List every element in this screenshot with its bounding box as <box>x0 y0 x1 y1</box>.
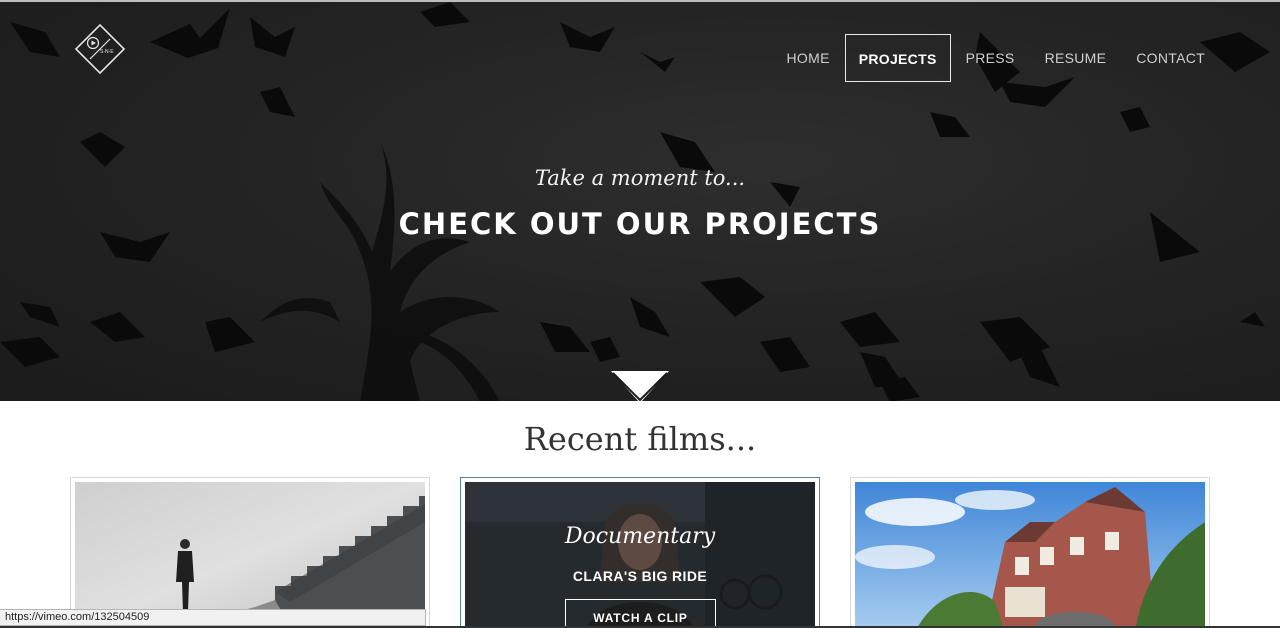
hero-title: CHECK OUT OUR PROJECTS <box>398 207 882 241</box>
nav-resume[interactable]: RESUME <box>1030 34 1122 82</box>
documentary-thumbnail: Documentary CLARA'S BIG RIDE WATCH A CLI… <box>465 482 815 628</box>
nav-press[interactable]: PRESS <box>951 34 1030 82</box>
man-at-stairs-thumbnail <box>75 482 425 628</box>
film-title: CLARA'S BIG RIDE <box>572 568 708 584</box>
film-card[interactable]: Documentary CLARA'S BIG RIDE WATCH A CLI… <box>460 477 820 628</box>
chevron-down-icon[interactable] <box>611 371 669 401</box>
film-genre: Documentary <box>564 524 716 549</box>
logo-text: S·N·E <box>100 49 114 55</box>
nav-contact[interactable]: CONTACT <box>1121 34 1220 82</box>
card-overlay: Documentary CLARA'S BIG RIDE WATCH A CLI… <box>465 482 815 628</box>
recent-films-heading: Recent films... <box>523 420 757 458</box>
film-card[interactable] <box>70 477 430 628</box>
hero-subtitle: Take a moment to... <box>534 166 746 190</box>
nav-home[interactable]: HOME <box>772 34 845 82</box>
browser-status-bar: https://vimeo.com/132504509 <box>0 609 426 626</box>
nav-projects[interactable]: PROJECTS <box>844 34 951 82</box>
main-nav: HOME PROJECTS PRESS RESUME CONTACT <box>772 34 1220 82</box>
row-houses-thumbnail <box>855 482 1205 628</box>
hero-banner: S·N·E HOME PROJECTS PRESS RESUME CONTACT… <box>0 0 1280 401</box>
film-card[interactable] <box>850 477 1210 628</box>
site-logo[interactable]: S·N·E <box>71 20 129 78</box>
watch-clip-button[interactable]: WATCH A CLIP <box>565 599 716 628</box>
